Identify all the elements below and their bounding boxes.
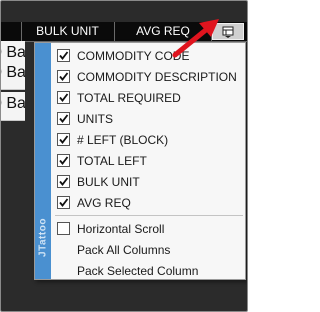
checkbox[interactable] (57, 49, 70, 62)
menu-item-label: TOTAL REQUIRED (77, 91, 181, 105)
menu-item-left-block[interactable]: # LEFT (BLOCK) (55, 130, 245, 151)
checkmark-icon (59, 135, 69, 144)
menu-item-avg-req[interactable]: AVG REQ (55, 193, 245, 214)
menu-item-label: COMMODITY CODE (77, 49, 190, 63)
column-chooser-popup: JTattoo COMMODITY CODE COMMODITY DESCRIP… (34, 42, 246, 280)
checkbox[interactable] (57, 175, 70, 188)
checkbox[interactable] (57, 222, 70, 235)
menu-item-horizontal-scroll[interactable]: Horizontal Scroll (55, 219, 245, 240)
table-window: BULK UNIT AVG REQ 0 Ba 0 Ba 0 Ba JTattoo… (0, 0, 248, 312)
checkmark-icon (59, 51, 69, 60)
popup-side-strip: JTattoo (35, 43, 51, 279)
menu-item-label: Pack All Columns (77, 243, 171, 257)
menu-item-label: # LEFT (BLOCK) (77, 133, 169, 147)
checkmark-icon (59, 177, 69, 186)
menu-item-label: Pack Selected Column (77, 264, 199, 278)
menu-item-bulk-unit[interactable]: BULK UNIT (55, 172, 245, 193)
menu-item-label: AVG REQ (77, 196, 131, 210)
menu-item-total-required[interactable]: TOTAL REQUIRED (55, 88, 245, 109)
cell-text: 0 Ba (1, 64, 25, 81)
menu-item-commodity-description[interactable]: COMMODITY DESCRIPTION (55, 67, 245, 88)
checkmark-icon (59, 198, 69, 207)
checkbox[interactable] (57, 133, 70, 146)
column-chooser-button[interactable] (212, 23, 244, 40)
table-header-row: BULK UNIT AVG REQ (1, 22, 247, 42)
menu-item-units[interactable]: UNITS (55, 109, 245, 130)
column-chooser-icon (222, 26, 234, 38)
menu-item-commodity-code[interactable]: COMMODITY CODE (55, 46, 245, 67)
column-header-avg-req[interactable]: AVG REQ (115, 22, 212, 41)
menu-separator (55, 215, 243, 216)
table-row[interactable]: 0 Ba (1, 61, 25, 90)
checkbox[interactable] (57, 154, 70, 167)
menu-item-total-left[interactable]: TOTAL LEFT (55, 151, 245, 172)
popup-side-label: JTattoo (37, 218, 49, 257)
menu-item-label: COMMODITY DESCRIPTION (77, 70, 237, 84)
menu-item-label: Horizontal Scroll (77, 222, 165, 236)
menu-item-label: UNITS (77, 112, 113, 126)
cell-text: 0 Ba (1, 44, 25, 61)
menu-item-label: TOTAL LEFT (77, 154, 147, 168)
column-header-partial[interactable] (1, 22, 22, 41)
cell-text: 0 Ba (1, 95, 25, 112)
checkbox[interactable] (57, 196, 70, 209)
checkbox[interactable] (57, 91, 70, 104)
checkmark-icon (59, 114, 69, 123)
checkbox[interactable] (57, 112, 70, 125)
table-row[interactable]: 0 Ba (1, 92, 25, 121)
column-header-bulk-unit[interactable]: BULK UNIT (21, 22, 115, 41)
checkmark-icon (59, 156, 69, 165)
checkmark-icon (59, 93, 69, 102)
menu-item-pack-all-columns[interactable]: Pack All Columns (55, 240, 245, 261)
checkmark-icon (59, 72, 69, 81)
menu-item-pack-selected-column[interactable]: Pack Selected Column (55, 261, 245, 282)
checkbox[interactable] (57, 70, 70, 83)
menu-item-label: BULK UNIT (77, 175, 140, 189)
